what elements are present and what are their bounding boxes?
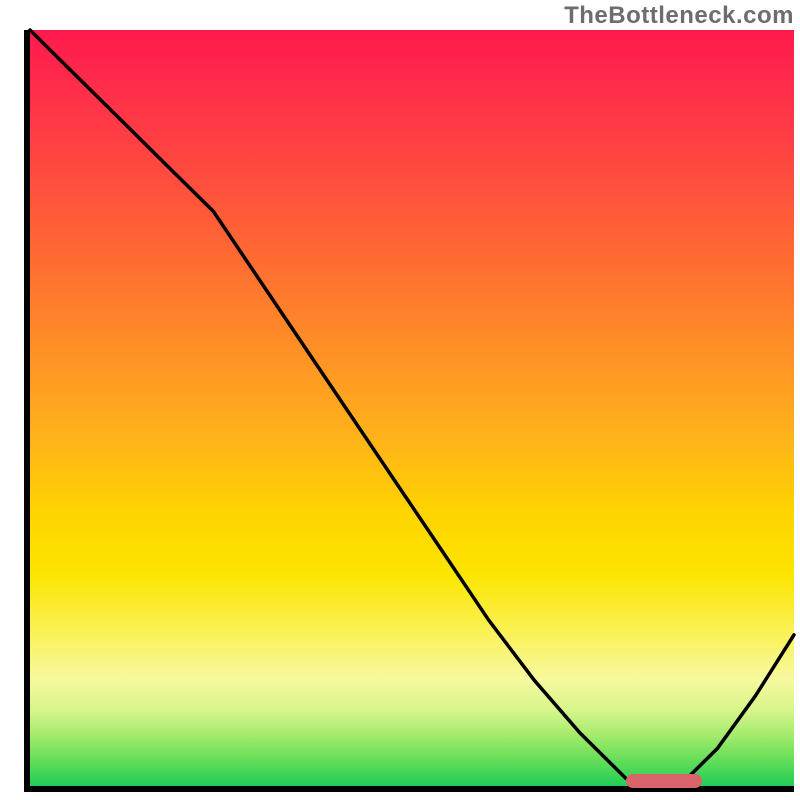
- watermark-text: TheBottleneck.com: [564, 2, 794, 30]
- optimal-range-marker: [626, 774, 702, 788]
- bottleneck-curve: [30, 30, 794, 786]
- plot-axes: [24, 30, 794, 792]
- curve-path: [30, 30, 794, 786]
- chart-frame: TheBottleneck.com: [0, 0, 800, 800]
